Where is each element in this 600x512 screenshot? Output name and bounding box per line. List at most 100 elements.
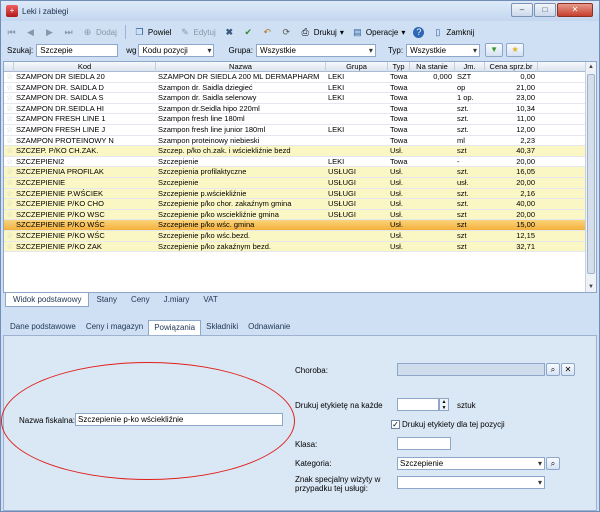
tab-basic-data[interactable]: Dane podstawowe — [5, 320, 81, 335]
favorite-star-icon[interactable]: ☆ — [6, 146, 13, 156]
table-row[interactable]: ☆ SZCZEPIENIE P/KO ZAK Szczepienie p/ko za… — [4, 241, 586, 253]
table-row[interactable]: ☆ SZAMPON FRESH LINE J Szampon fresh line … — [4, 125, 586, 136]
minimize-button[interactable]: – — [511, 3, 533, 17]
close-button[interactable]: ▯ Zamknij — [429, 24, 477, 40]
col-na-stanie[interactable]: Na stanie — [410, 62, 455, 72]
favorite-star-icon[interactable]: ☆ — [6, 189, 13, 199]
col-cena[interactable]: Cena sprz.br — [485, 62, 538, 72]
tab-basic-view[interactable]: Widok podstawowy — [5, 293, 90, 307]
favorite-star-icon[interactable]: ☆ — [6, 104, 13, 114]
group-select[interactable]: Wszystkie — [255, 43, 376, 57]
cell-grupa: USŁUGI — [328, 167, 356, 177]
table-row[interactable]: ☆ SZCZEPIENIE P/KO CHO Szczepienie p/ko ch… — [4, 199, 586, 210]
grid-scrollbar[interactable]: ▲ ▼ — [585, 62, 596, 292]
cell-nazwa: Szczepienie p/ko wśc. gmina — [158, 220, 255, 230]
table-row[interactable]: ☆ SZCZEP. P/KO CH.ZAK. Szczep. p/ko ch.zak… — [4, 146, 586, 157]
special-sign-select[interactable] — [397, 476, 545, 489]
favorite-star-icon[interactable]: ☆ — [6, 199, 13, 209]
confirm-button[interactable]: ✔ — [240, 24, 257, 40]
repeat-button[interactable]: ❐ Powiel — [131, 24, 175, 40]
favorite-star-icon[interactable]: ☆ — [6, 231, 13, 241]
table-row[interactable]: ☆ SZAMPON DR.SEIDLA HI Szampon dr.Seidla h… — [4, 104, 586, 115]
labels-every-input[interactable] — [397, 398, 439, 411]
print-labels-checkbox-row[interactable]: ✓ Drukuj etykiety dla tej pozycji — [391, 419, 505, 430]
filter-button[interactable]: ▼ — [485, 43, 504, 57]
col-nazwa[interactable]: Nazwa — [156, 62, 326, 72]
category-select[interactable]: Szczepienie — [397, 457, 545, 470]
help-button[interactable]: ? — [410, 24, 427, 40]
favorite-star-icon[interactable]: ☆ — [6, 93, 13, 103]
tab-stocks[interactable]: Stany — [89, 293, 123, 307]
disease-input[interactable] — [397, 363, 545, 376]
print-button[interactable]: ⎙ Drukuj ▾ — [297, 24, 347, 40]
favorite-star-icon[interactable]: ☆ — [6, 178, 13, 188]
add-button[interactable]: ⊕ Dodaj — [79, 24, 120, 40]
first-record-button[interactable]: ⏮ — [3, 24, 20, 40]
tab-vat[interactable]: VAT — [196, 293, 224, 307]
tab-prices-storage[interactable]: Ceny i magazyn — [81, 320, 148, 335]
cell-grupa: LEKI — [328, 156, 345, 166]
col-star — [4, 62, 14, 72]
table-row[interactable]: ☆ SZAMPON DR. SAIDLA D Szampon dr. Saidla … — [4, 83, 586, 94]
tab-units[interactable]: J.miary — [157, 293, 197, 307]
favorite-star-icon[interactable]: ☆ — [6, 125, 13, 135]
favorite-star-icon[interactable]: ☆ — [6, 167, 13, 177]
table-row[interactable]: ☆ SZCZEPIENI2 Szczepienie LEKI Towa - 20,00 — [4, 157, 586, 168]
add-icon: ⊕ — [83, 26, 92, 37]
favorite-star-icon[interactable]: ☆ — [6, 157, 13, 167]
favorite-star-icon[interactable]: ☆ — [6, 220, 13, 230]
table-row[interactable]: ☆ SZAMPON FRESH LINE 1 Szampon fresh line … — [4, 114, 586, 125]
favorite-star-icon[interactable]: ☆ — [6, 242, 13, 252]
last-record-button[interactable]: ⏭ — [60, 24, 77, 40]
table-row[interactable]: ☆ SZCZEPIENIE Szczepienie USŁUGI Usł. usł. 20,… — [4, 177, 586, 189]
cell-stan — [410, 231, 455, 241]
print-labels-checkbox[interactable]: ✓ — [391, 420, 400, 430]
labels-every-spinner[interactable]: ▲ ▼ — [439, 398, 449, 411]
favorite-star-icon[interactable]: ☆ — [6, 83, 13, 93]
tab-components[interactable]: Składniki — [201, 320, 243, 335]
tab-renewal[interactable]: Odnawianie — [243, 320, 295, 335]
col-grupa[interactable]: Grupa — [326, 62, 388, 72]
operations-button[interactable]: ▤ Operacje ▾ — [349, 24, 408, 40]
search-input[interactable]: Szczepie — [36, 43, 119, 57]
table-row[interactable]: ☆ SZCZEPIENIA PROFILAK Szczepienia profila… — [4, 167, 586, 178]
favorite-star-icon[interactable]: ☆ — [6, 136, 13, 146]
disease-clear-button[interactable]: ✕ — [561, 363, 575, 376]
add-label: Dodaj — [96, 27, 117, 37]
favorites-button[interactable]: ★ — [506, 43, 525, 57]
cell-nazwa: Szampon dr.Seidla hipo 220ml — [158, 103, 260, 113]
edit-button[interactable]: ✎ Edytuj — [176, 24, 218, 40]
favorite-star-icon[interactable]: ☆ — [6, 210, 13, 220]
favorite-star-icon[interactable]: ☆ — [6, 72, 13, 82]
favorite-star-icon[interactable]: ☆ — [6, 114, 13, 124]
search-by-select[interactable]: Kodu pozycji — [138, 43, 215, 57]
table-row[interactable]: ☆ SZAMPON PROTEINOWY N Szampon proteinowy … — [4, 136, 586, 147]
maximize-button[interactable]: □ — [534, 3, 556, 17]
table-row[interactable]: ☆ SZCZEPIENIE P.WŚCIEK Szczepienie p.wście… — [4, 188, 586, 200]
close-window-button[interactable]: ✕ — [557, 3, 593, 17]
category-search-button[interactable]: ⌕ — [546, 457, 560, 470]
type-select[interactable]: Wszystkie — [406, 43, 481, 57]
col-kod[interactable]: Kod — [14, 62, 156, 72]
cell-jm: szt. — [457, 199, 469, 209]
table-row[interactable]: ☆ SZAMPON DR SIEDLA 20 SZAMPON DR SIEDLA 2… — [4, 72, 586, 83]
disease-search-button[interactable]: ⌕ — [546, 363, 560, 376]
scroll-down-icon[interactable]: ▼ — [586, 282, 596, 292]
cell-nazwa: Szczepienie p/ko zakaźnym bezd. — [158, 241, 271, 251]
table-row[interactable]: ☆ SZCZEPIENIE P/KO WŚC Szczepienie p/ko wś… — [4, 230, 586, 242]
tab-prices[interactable]: Ceny — [124, 293, 157, 307]
col-typ[interactable]: Typ — [388, 62, 410, 72]
tab-relations[interactable]: Powiązania — [148, 320, 202, 335]
class-input[interactable] — [397, 437, 451, 450]
prev-record-button[interactable]: ◀ — [22, 24, 39, 40]
table-row[interactable]: ☆ SZCZEPIENIE P/KO WSC Szczepienie p/ko ws… — [4, 209, 586, 221]
col-jm[interactable]: Jm. — [455, 62, 485, 72]
undo-button[interactable]: ↶ — [259, 24, 276, 40]
scroll-up-icon[interactable]: ▲ — [586, 62, 596, 72]
table-row[interactable]: ☆ SZAMPON DR. SAIDLA S Szampon dr. Saidla … — [4, 93, 586, 104]
refresh-button[interactable]: ⟳ — [278, 24, 295, 40]
table-row-selected[interactable]: ☆ SZCZEPIENIE P/KO WŚC Szczepienie p/ko wś… — [4, 220, 586, 231]
next-record-button[interactable]: ▶ — [41, 24, 58, 40]
scrollbar-thumb[interactable] — [587, 74, 595, 274]
delete-button[interactable]: ✖ — [221, 24, 238, 40]
